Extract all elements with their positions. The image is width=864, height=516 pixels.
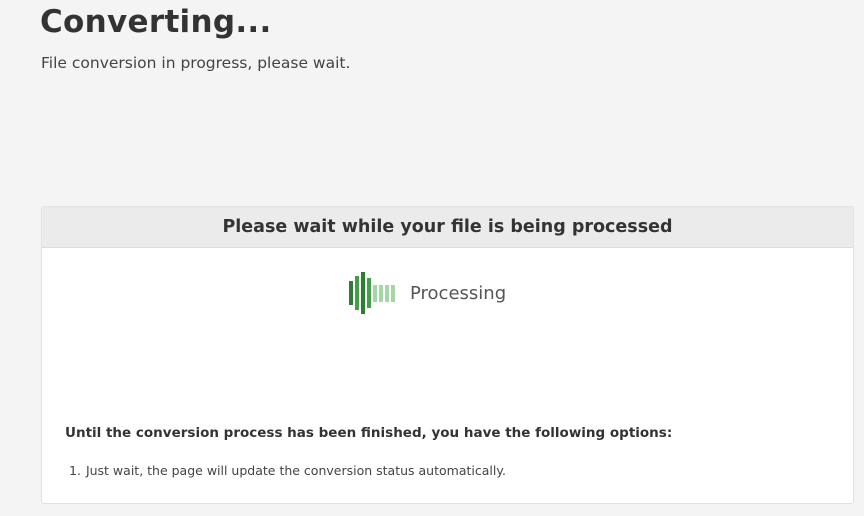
options-heading: Until the conversion process has been fi… [65, 425, 673, 441]
spinner-bar [355, 276, 359, 310]
spinner-bar [391, 284, 395, 302]
list-item-text: Just wait, the page will update the conv… [85, 463, 506, 478]
conversion-page: Converting... File conversion in progres… [0, 0, 864, 516]
spinner-bar [349, 281, 353, 305]
processing-label: Processing [410, 282, 507, 304]
processing-indicator: Processing [349, 271, 506, 315]
spinner-bar [379, 284, 383, 302]
processing-bars-icon [349, 271, 397, 315]
list-item: 1. Just wait, the page will update the c… [69, 463, 506, 478]
panel-header: Please wait while your file is being pro… [42, 207, 853, 248]
spinner-bar [385, 284, 389, 302]
processing-panel: Please wait while your file is being pro… [41, 206, 854, 504]
list-item-number: 1. [69, 463, 81, 478]
page-title: Converting... [40, 4, 272, 40]
spinner-bar [361, 272, 365, 314]
options-list: 1. Just wait, the page will update the c… [69, 463, 506, 478]
page-subtitle: File conversion in progress, please wait… [41, 54, 351, 72]
spinner-bar [373, 284, 377, 302]
spinner-bar [367, 278, 371, 308]
